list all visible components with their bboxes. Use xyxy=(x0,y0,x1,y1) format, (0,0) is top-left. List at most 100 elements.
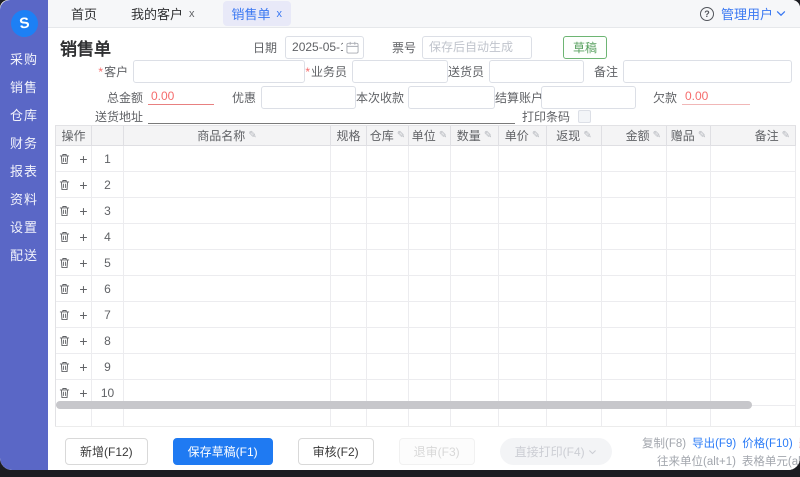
cell-quantity[interactable] xyxy=(451,302,499,328)
cell-product-name[interactable] xyxy=(124,354,331,380)
cell-spec[interactable] xyxy=(331,146,367,172)
cell-remark[interactable] xyxy=(711,224,796,250)
cell-spec[interactable] xyxy=(331,172,367,198)
cell-spec[interactable] xyxy=(331,354,367,380)
cell-unit[interactable] xyxy=(409,250,451,276)
cell-cashback[interactable] xyxy=(547,198,602,224)
cell-cashback[interactable] xyxy=(547,302,602,328)
cell-product-name[interactable] xyxy=(124,172,331,198)
remark-input[interactable] xyxy=(623,60,792,83)
cell-cashback[interactable] xyxy=(547,328,602,354)
cell-quantity[interactable] xyxy=(451,250,499,276)
cell-quantity[interactable] xyxy=(451,224,499,250)
save-draft-button[interactable]: 保存草稿(F1) xyxy=(173,438,273,465)
add-row-icon[interactable]: + xyxy=(79,179,87,191)
cell-warehouse[interactable] xyxy=(367,224,409,250)
sidebar-item-3[interactable]: 仓库 xyxy=(10,109,38,123)
cell-amount[interactable] xyxy=(602,224,667,250)
cell-unit-price[interactable] xyxy=(499,354,547,380)
cell-cashback[interactable] xyxy=(547,276,602,302)
cell-warehouse[interactable] xyxy=(367,250,409,276)
cell-quantity[interactable] xyxy=(451,146,499,172)
cell-warehouse[interactable] xyxy=(367,328,409,354)
cell-gift[interactable] xyxy=(667,172,711,198)
add-row-icon[interactable]: + xyxy=(79,309,87,321)
audit-button[interactable]: 审核(F2) xyxy=(298,438,374,465)
cell-unit[interactable] xyxy=(409,146,451,172)
cell-product-name[interactable] xyxy=(124,302,331,328)
add-row-icon[interactable]: + xyxy=(79,387,87,399)
cell-gift[interactable] xyxy=(667,328,711,354)
cell-spec[interactable] xyxy=(331,328,367,354)
address-input[interactable] xyxy=(148,110,515,124)
cell-quantity[interactable] xyxy=(451,328,499,354)
cell-warehouse[interactable] xyxy=(367,146,409,172)
cell-unit-price[interactable] xyxy=(499,198,547,224)
cell-amount[interactable] xyxy=(602,198,667,224)
sidebar-item-8[interactable]: 配送 xyxy=(10,249,38,263)
payment-input[interactable] xyxy=(408,86,495,109)
cell-unit[interactable] xyxy=(409,172,451,198)
cell-unit[interactable] xyxy=(409,354,451,380)
cell-warehouse[interactable] xyxy=(367,302,409,328)
add-button[interactable]: 新增(F12) xyxy=(65,438,148,465)
tab-3[interactable]: 销售单x xyxy=(223,1,292,26)
add-row-icon[interactable]: + xyxy=(79,257,87,269)
calendar-icon[interactable] xyxy=(346,41,359,54)
cell-unit-price[interactable] xyxy=(499,146,547,172)
cell-amount[interactable] xyxy=(602,172,667,198)
cell-product-name[interactable] xyxy=(124,328,331,354)
cell-remark[interactable] xyxy=(711,276,796,302)
cell-unit[interactable] xyxy=(409,328,451,354)
cell-cashback[interactable] xyxy=(547,354,602,380)
cell-spec[interactable] xyxy=(331,198,367,224)
cell-unit[interactable] xyxy=(409,224,451,250)
delete-row-icon[interactable] xyxy=(59,361,70,373)
cell-product-name[interactable] xyxy=(124,250,331,276)
cell-amount[interactable] xyxy=(602,302,667,328)
user-menu[interactable]: 管理用户 xyxy=(721,4,786,23)
cell-spec[interactable] xyxy=(331,224,367,250)
cell-amount[interactable] xyxy=(602,328,667,354)
cell-amount[interactable] xyxy=(602,146,667,172)
tab-2[interactable]: 我的客户x xyxy=(125,1,201,26)
delete-row-icon[interactable] xyxy=(59,309,70,321)
cell-warehouse[interactable] xyxy=(367,354,409,380)
tab-1[interactable]: 首页 xyxy=(65,1,103,26)
cell-gift[interactable] xyxy=(667,224,711,250)
cell-spec[interactable] xyxy=(331,250,367,276)
delete-row-icon[interactable] xyxy=(59,179,70,191)
cell-warehouse[interactable] xyxy=(367,276,409,302)
cell-amount[interactable] xyxy=(602,250,667,276)
cell-cashback[interactable] xyxy=(547,146,602,172)
delete-row-icon[interactable] xyxy=(59,283,70,295)
cell-remark[interactable] xyxy=(711,302,796,328)
delete-row-icon[interactable] xyxy=(59,205,70,217)
settle-account-input[interactable] xyxy=(541,86,636,109)
sidebar-item-1[interactable]: 采购 xyxy=(10,53,38,67)
cell-remark[interactable] xyxy=(711,354,796,380)
salesman-input[interactable] xyxy=(352,60,448,83)
discount-input[interactable] xyxy=(261,86,356,109)
cell-quantity[interactable] xyxy=(451,354,499,380)
cell-unit-price[interactable] xyxy=(499,276,547,302)
cell-warehouse[interactable] xyxy=(367,198,409,224)
deliverer-input[interactable] xyxy=(489,60,584,83)
cell-cashback[interactable] xyxy=(547,172,602,198)
cell-quantity[interactable] xyxy=(451,198,499,224)
cell-spec[interactable] xyxy=(331,302,367,328)
cell-gift[interactable] xyxy=(667,146,711,172)
add-row-icon[interactable]: + xyxy=(79,283,87,295)
cell-amount[interactable] xyxy=(602,276,667,302)
cell-gift[interactable] xyxy=(667,250,711,276)
tab-close-icon[interactable]: x xyxy=(189,8,195,20)
customer-input[interactable] xyxy=(133,60,305,83)
cell-product-name[interactable] xyxy=(124,146,331,172)
cell-product-name[interactable] xyxy=(124,198,331,224)
add-row-icon[interactable]: + xyxy=(79,153,87,165)
delete-row-icon[interactable] xyxy=(59,257,70,269)
cell-remark[interactable] xyxy=(711,250,796,276)
cell-product-name[interactable] xyxy=(124,224,331,250)
cell-amount[interactable] xyxy=(602,354,667,380)
add-row-icon[interactable]: + xyxy=(79,205,87,217)
